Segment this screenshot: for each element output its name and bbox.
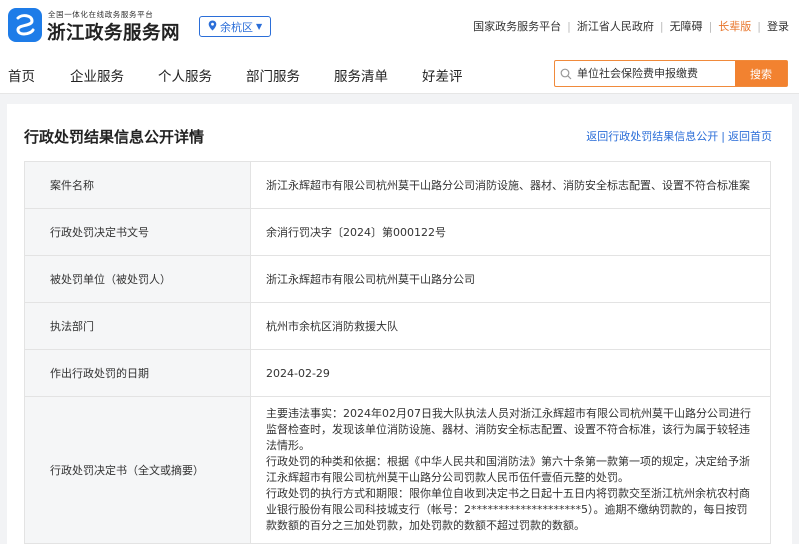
search-input[interactable]: [577, 61, 735, 86]
table-row: 行政处罚决定书（全文或摘要） 主要违法事实：2024年02月07日我大队执法人员…: [24, 396, 771, 544]
zjzwfw-logo-icon[interactable]: [8, 8, 42, 42]
page-title: 行政处罚结果信息公开详情: [24, 128, 205, 146]
divider: |: [721, 130, 725, 143]
table-row: 案件名称 浙江永辉超市有限公司杭州莫干山路分公司消防设施、器材、消防安全标志配置…: [24, 161, 771, 209]
search-button[interactable]: 搜索: [735, 61, 787, 86]
region-selector[interactable]: 余杭区 ▼: [199, 16, 272, 37]
field-value: 浙江永辉超市有限公司杭州莫干山路分公司消防设施、器材、消防安全标志配置、设置不符…: [250, 161, 771, 209]
divider: |: [708, 19, 713, 33]
field-label: 执法部门: [24, 302, 251, 350]
field-value: 浙江永辉超市有限公司杭州莫干山路分公司: [250, 255, 771, 303]
divider: |: [659, 19, 664, 33]
login-link[interactable]: 登录: [767, 18, 789, 34]
divider: |: [567, 19, 571, 33]
decision-text: 主要违法事实：2024年02月07日我大队执法人员对浙江永辉超市有限公司杭州莫干…: [250, 396, 771, 544]
divider: |: [757, 19, 761, 33]
field-label: 作出行政处罚的日期: [24, 349, 251, 397]
penalty-basis: 行政处罚的种类和依据：根据《中华人民共和国消防法》第六十条第一款第一项的规定，决…: [266, 455, 750, 484]
top-links: 国家政务服务平台 | 浙江省人民政府 | 无障碍 | 长辈版 | 登录: [473, 18, 789, 34]
table-row: 被处罚单位（被处罚人） 浙江永辉超市有限公司杭州莫干山路分公司: [24, 255, 771, 303]
detail-table: 案件名称 浙江永辉超市有限公司杭州莫干山路分公司消防设施、器材、消防安全标志配置…: [24, 161, 771, 544]
link-elder-mode[interactable]: 长辈版: [718, 18, 751, 34]
table-row: 执法部门 杭州市余杭区消防救援大队: [24, 302, 771, 350]
field-label: 行政处罚决定书文号: [24, 208, 251, 256]
field-value: 杭州市余杭区消防救援大队: [250, 302, 771, 350]
nav-department-services[interactable]: 部门服务: [246, 65, 300, 85]
back-to-list-link[interactable]: 返回行政处罚结果信息公开: [586, 130, 718, 143]
link-national-platform[interactable]: 国家政务服务平台: [473, 18, 561, 34]
violation-facts: 主要违法事实：2024年02月07日我大队执法人员对浙江永辉超市有限公司杭州莫干…: [266, 407, 751, 452]
table-row: 作出行政处罚的日期 2024-02-29: [24, 349, 771, 397]
nav-personal-services[interactable]: 个人服务: [158, 65, 212, 85]
search-icon: [555, 61, 577, 86]
location-pin-icon: [208, 20, 217, 34]
penalty-execution: 行政处罚的执行方式和期限：限你单位自收到决定书之日起十五日内将罚款交至浙江杭州余…: [266, 487, 750, 532]
detail-panel: 行政处罚结果信息公开详情 返回行政处罚结果信息公开 | 返回首页 案件名称 浙江永辉…: [7, 104, 792, 544]
field-value: 余消行罚决字〔2024〕第000122号: [250, 208, 771, 256]
field-label: 被处罚单位（被处罚人）: [24, 255, 251, 303]
field-value: 2024-02-29: [250, 349, 771, 397]
nav-home[interactable]: 首页: [8, 65, 35, 85]
nav-rating[interactable]: 好差评: [422, 65, 463, 85]
chevron-down-icon: ▼: [256, 22, 263, 31]
back-links: 返回行政处罚结果信息公开 | 返回首页: [586, 128, 772, 144]
site-brand[interactable]: 浙江政务服务网: [47, 19, 180, 45]
search-box: 搜索: [554, 60, 788, 87]
nav-enterprise-services[interactable]: 企业服务: [70, 65, 124, 85]
field-label: 案件名称: [24, 161, 251, 209]
table-row: 行政处罚决定书文号 余消行罚决字〔2024〕第000122号: [24, 208, 771, 256]
link-accessibility[interactable]: 无障碍: [670, 18, 703, 34]
link-provincial-government[interactable]: 浙江省人民政府: [577, 18, 654, 34]
back-to-home-link[interactable]: 返回首页: [728, 130, 772, 143]
field-label: 行政处罚决定书（全文或摘要）: [24, 396, 251, 544]
top-bar: 全国一体化在线政务服务平台 浙江政务服务网 余杭区 ▼ 国家政务服务平台 | 浙…: [0, 0, 799, 52]
main-nav: 首页 企业服务 个人服务 部门服务 服务清单 好差评 搜索: [0, 52, 799, 94]
region-label: 余杭区: [220, 20, 253, 34]
nav-service-list[interactable]: 服务清单: [334, 65, 388, 85]
